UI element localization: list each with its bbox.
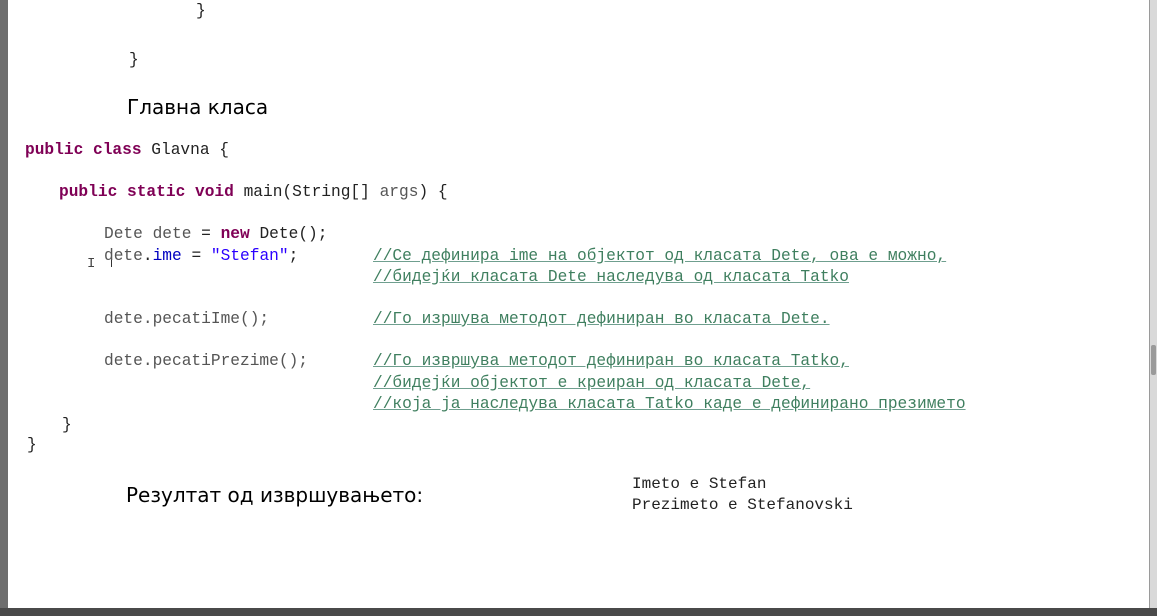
output-line-1: Imeto e Stefan	[632, 475, 767, 493]
code-text: .pecatiPrezime();	[142, 352, 308, 370]
code-text: .	[142, 247, 153, 265]
code-field: ime	[152, 247, 182, 265]
code-text: .pecatiIme();	[142, 310, 270, 328]
code-var: dete	[104, 247, 143, 265]
code-var: dete	[152, 225, 192, 243]
code-comment: //Го изршува методот дефиниран во класат…	[373, 310, 830, 328]
code-line-pecati-prezime: dete.pecatiPrezime();	[104, 352, 308, 370]
bottom-border	[0, 608, 1157, 616]
heading-main-class: Главна класа	[127, 95, 269, 119]
code-brace-close-outer: }	[27, 436, 37, 454]
code-text: Dete();	[249, 225, 328, 243]
code-text: main(String[]	[233, 183, 380, 201]
code-keyword: new	[220, 225, 250, 243]
code-line-set-ime[interactable]: dete.ime = "Stefan";	[104, 247, 298, 265]
code-brace-inner-top: }	[196, 2, 206, 20]
code-comment: //бидејќи класата Dete наследува од клас…	[373, 268, 849, 286]
code-text: ;	[288, 247, 299, 265]
code-text: Glavna {	[141, 141, 230, 159]
document-page: } } Главна класа public class Glavna { p…	[8, 0, 1150, 608]
scrollbar-thumb[interactable]	[1151, 345, 1156, 375]
code-string: "Stefan"	[210, 247, 289, 265]
code-keyword: public static void	[59, 183, 234, 201]
code-comment: //бидејќи објектот е креиран од класата …	[373, 374, 811, 392]
heading-result: Резултат од извршувањето:	[126, 483, 424, 507]
code-text: =	[191, 225, 221, 243]
code-text: ) {	[418, 183, 448, 201]
code-line-class-decl: public class Glavna {	[25, 141, 229, 159]
code-line-pecati-ime: dete.pecatiIme();	[104, 310, 269, 328]
code-var: dete	[104, 310, 143, 328]
code-comment: //Се дефинира ime на објектот од класата…	[373, 247, 947, 265]
output-line-2: Prezimeto e Stefanovski	[632, 496, 853, 514]
text-cursor-icon: I	[87, 256, 96, 272]
code-text: =	[181, 247, 211, 265]
code-line-main-decl: public static void main(String[] args) {	[59, 183, 448, 201]
vertical-scrollbar[interactable]	[1150, 0, 1157, 616]
code-keyword: public class	[25, 141, 142, 159]
code-var: dete	[104, 352, 143, 370]
code-comment: //која ја наследува класата Tatko каде е…	[373, 395, 966, 413]
code-brace-close-inner: }	[62, 416, 72, 434]
code-arg: args	[379, 183, 419, 201]
code-comment: //Го извршува методот дефиниран во класа…	[373, 352, 849, 370]
code-brace-outer-top: }	[129, 51, 139, 69]
code-type: Dete	[104, 225, 153, 243]
code-line-new-dete: Dete dete = new Dete();	[104, 225, 327, 243]
